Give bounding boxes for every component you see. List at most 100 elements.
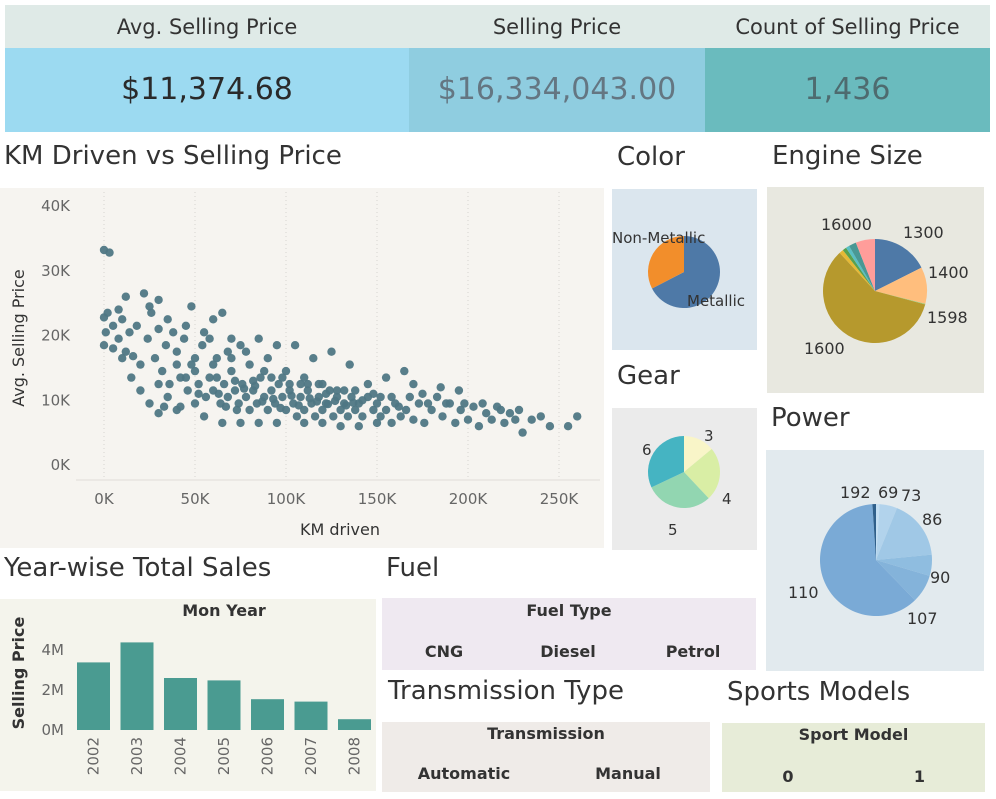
transmission-header: Transmission [487,724,605,743]
power-panel[interactable]: 69 73 86 90 107 110 192 [766,450,984,671]
y-tick-label: 0K [51,456,72,474]
pie-label: 86 [922,510,942,529]
scatter-point [454,386,464,395]
bar [251,699,284,730]
transmission-option-manual[interactable]: Manual [546,764,710,783]
y-tick-label: 20K [41,327,71,345]
color-panel[interactable]: Metallic Non-Metallic [612,189,757,350]
year-panel[interactable]: Mon Year Selling Price 0M 2M 4M 2002 2003 2004 2… [0,599,376,791]
fuel-option-diesel[interactable]: Diesel [506,642,630,661]
scatter-point [496,405,505,415]
bar-chart-header: Mon Year [182,601,266,620]
transmission-panel: Transmission Automatic Manual [382,722,710,792]
scatter-point [199,328,209,337]
scatter-point [190,399,200,408]
kpi-avg-label: Avg. Selling Price [5,5,409,49]
scatter-point [285,379,294,389]
scatter-point [269,394,278,404]
scatter-point [218,308,227,317]
transmission-option-automatic[interactable]: Automatic [382,764,546,783]
scatter-point [136,386,145,395]
scatter-point [260,366,269,376]
scatter-point [172,347,181,356]
sports-header: Sport Model [798,725,909,744]
scatter-point [294,401,303,410]
scatter-point [451,418,460,428]
scatter-point [351,386,360,395]
scatter-point [179,334,189,343]
scatter-point [327,347,336,356]
scatter-point [150,354,160,363]
scatter-point [101,328,111,337]
x-tick-label: 250K [540,490,580,508]
scatter-point [236,341,245,350]
engine-panel[interactable]: 1300 1400 1598 1600 16000 [767,187,984,393]
scatter-point [363,379,373,389]
scatter-point [314,379,323,389]
scatter-point [536,412,545,421]
pie-label: 90 [930,568,950,587]
scatter-panel[interactable]: 0K 50K 100K 150K 200K 250K 0K 10K 20K 30K 40K KM dr… [0,188,604,548]
gear-panel[interactable]: 3 4 5 6 [612,408,757,550]
pie-label: 110 [788,583,819,602]
bar [207,680,241,730]
year-bar-chart: Mon Year Selling Price 0M 2M 4M 2002 2003 2004 2… [9,601,371,775]
scatter-point [345,360,354,369]
pie-label: 1598 [927,308,968,327]
scatter-point [518,428,527,437]
scatter-point [272,418,282,428]
pie-label: 107 [907,609,938,628]
scatter-point [354,422,363,431]
x-tick-label: 2007 [302,737,320,775]
y-tick-label: 2M [42,681,65,699]
fuel-header: Fuel Type [526,601,612,620]
scatter-point [108,344,118,353]
scatter-point [194,389,203,398]
scatter-point [103,308,112,317]
scatter-point [287,391,296,400]
scatter-point [511,415,520,424]
scatter-point [296,392,305,402]
y-tick-label: 30K [41,262,71,280]
scatter-point [387,392,396,402]
pie-label: 1600 [804,339,845,358]
scatter-point [223,347,232,356]
sports-option-0[interactable]: 0 [722,767,854,786]
scatter-point [267,373,276,382]
scatter-point [176,402,185,411]
scatter-point [332,386,342,395]
bar [338,719,371,730]
scatter-point [278,392,287,402]
scatter-point [158,366,167,376]
scatter-point [369,389,378,398]
scatter-point [401,405,411,415]
scatter-point [394,402,403,411]
scatter-point [227,366,236,376]
fuel-option-cng[interactable]: CNG [382,642,506,661]
pie-label: 16000 [821,215,872,234]
pie-label: 3 [704,427,714,445]
x-tick-label: 2004 [172,737,190,775]
scatter-point [309,354,318,363]
scatter-point [573,412,582,421]
x-tick-label: 150K [358,490,398,508]
scatter-point [438,412,447,421]
y-tick-label: 4M [42,641,65,659]
bar [120,642,154,730]
scatter-point [250,381,260,391]
scatter-point [114,334,123,343]
pie-label: 1300 [903,223,944,242]
kpi-sum-value: $16,334,043.00 [409,48,705,132]
scatter-title: KM Driven vs Selling Price [4,141,342,171]
y-axis-title: Avg. Selling Price [9,269,28,407]
scatter-point [172,360,181,369]
pie-label: 69 [878,483,898,502]
scatter-point [500,418,509,428]
sports-option-1[interactable]: 1 [854,767,985,786]
color-title: Color [617,142,685,172]
pie-label: Metallic [687,292,745,310]
fuel-option-petrol[interactable]: Petrol [630,642,756,661]
scatter-point [241,347,251,356]
scatter-point [381,373,391,382]
scatter-point [163,392,172,402]
